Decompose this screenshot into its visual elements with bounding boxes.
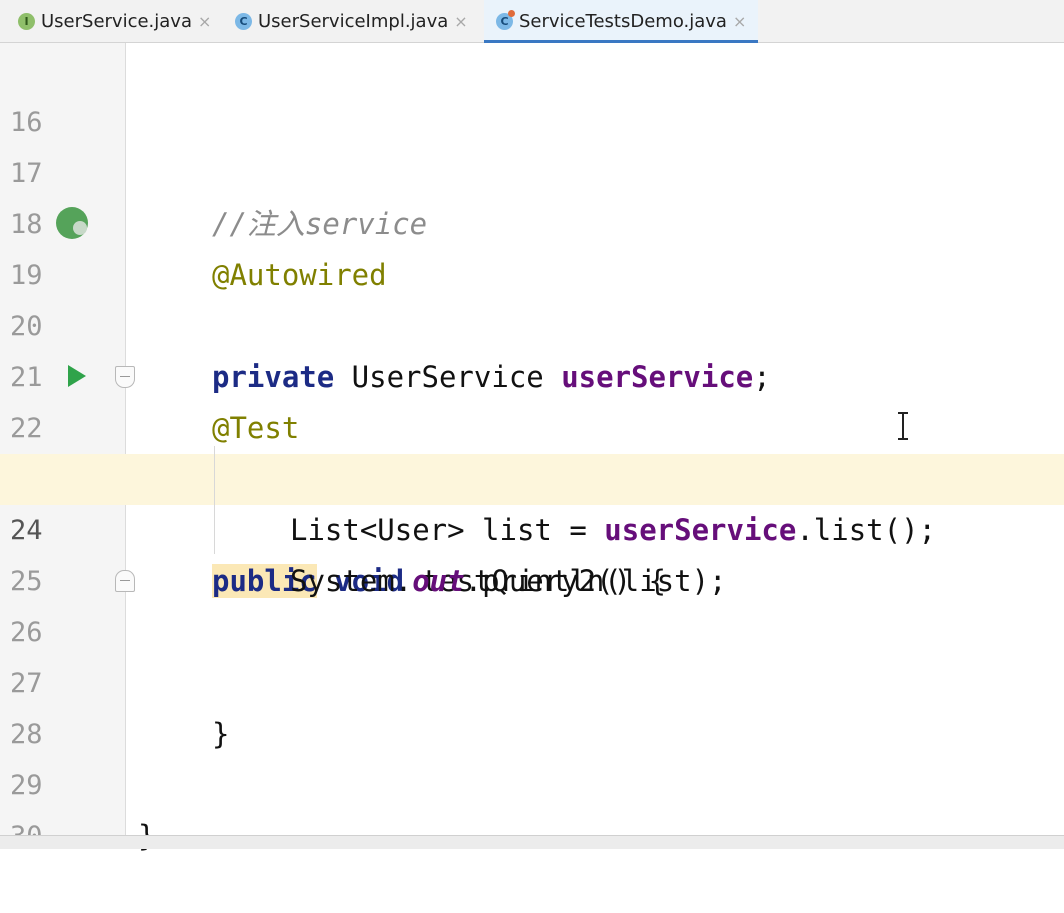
code-line-current[interactable]: 24 System.out.println(list);: [0, 454, 1064, 598]
code-line[interactable]: 19 private UserService userService;: [0, 199, 1064, 394]
tab-label: UserService.java: [41, 11, 192, 32]
status-strip: [0, 835, 1064, 849]
autowired-bean-icon[interactable]: [56, 207, 88, 239]
code-line[interactable]: 17 //注入service: [0, 97, 1064, 241]
fold-open-icon[interactable]: [115, 366, 135, 388]
code-line[interactable]: 30: [0, 760, 1064, 852]
indent-guide: [214, 446, 215, 554]
tab-userservice[interactable]: I UserService.java ×: [18, 0, 211, 43]
tab-userserviceimpl[interactable]: C UserServiceImpl.java ×: [235, 0, 468, 43]
code-line[interactable]: 16: [0, 46, 1064, 138]
code-line[interactable]: 21 @Test: [0, 301, 1064, 445]
tab-label: ServiceTestsDemo.java: [519, 11, 727, 32]
code-line[interactable]: 28: [0, 658, 1064, 750]
text-cursor-icon: [898, 412, 908, 440]
fold-close-icon[interactable]: [115, 570, 135, 592]
class-icon: C: [235, 13, 252, 30]
test-class-icon: C: [496, 10, 515, 30]
editor-tab-bar: I UserService.java × C UserServiceImpl.j…: [0, 0, 1064, 43]
code-line[interactable]: 25: [0, 505, 1064, 597]
tab-label: UserServiceImpl.java: [258, 11, 449, 32]
code-line[interactable]: 29 }: [0, 709, 1064, 853]
code-line[interactable]: 22 public void testQuery2() {: [0, 352, 1064, 598]
code-line[interactable]: 20: [0, 250, 1064, 342]
code-line[interactable]: 18 @Autowired: [0, 148, 1064, 292]
close-icon[interactable]: ×: [198, 12, 211, 31]
code-line[interactable]: 26 }: [0, 556, 1064, 751]
close-icon[interactable]: ×: [454, 12, 467, 31]
code-line[interactable]: 27: [0, 607, 1064, 699]
tab-servicetestsdemo[interactable]: C ServiceTestsDemo.java ×: [484, 0, 759, 43]
interface-icon: I: [18, 13, 35, 30]
close-icon[interactable]: ×: [733, 12, 746, 31]
run-test-icon[interactable]: [68, 365, 86, 387]
